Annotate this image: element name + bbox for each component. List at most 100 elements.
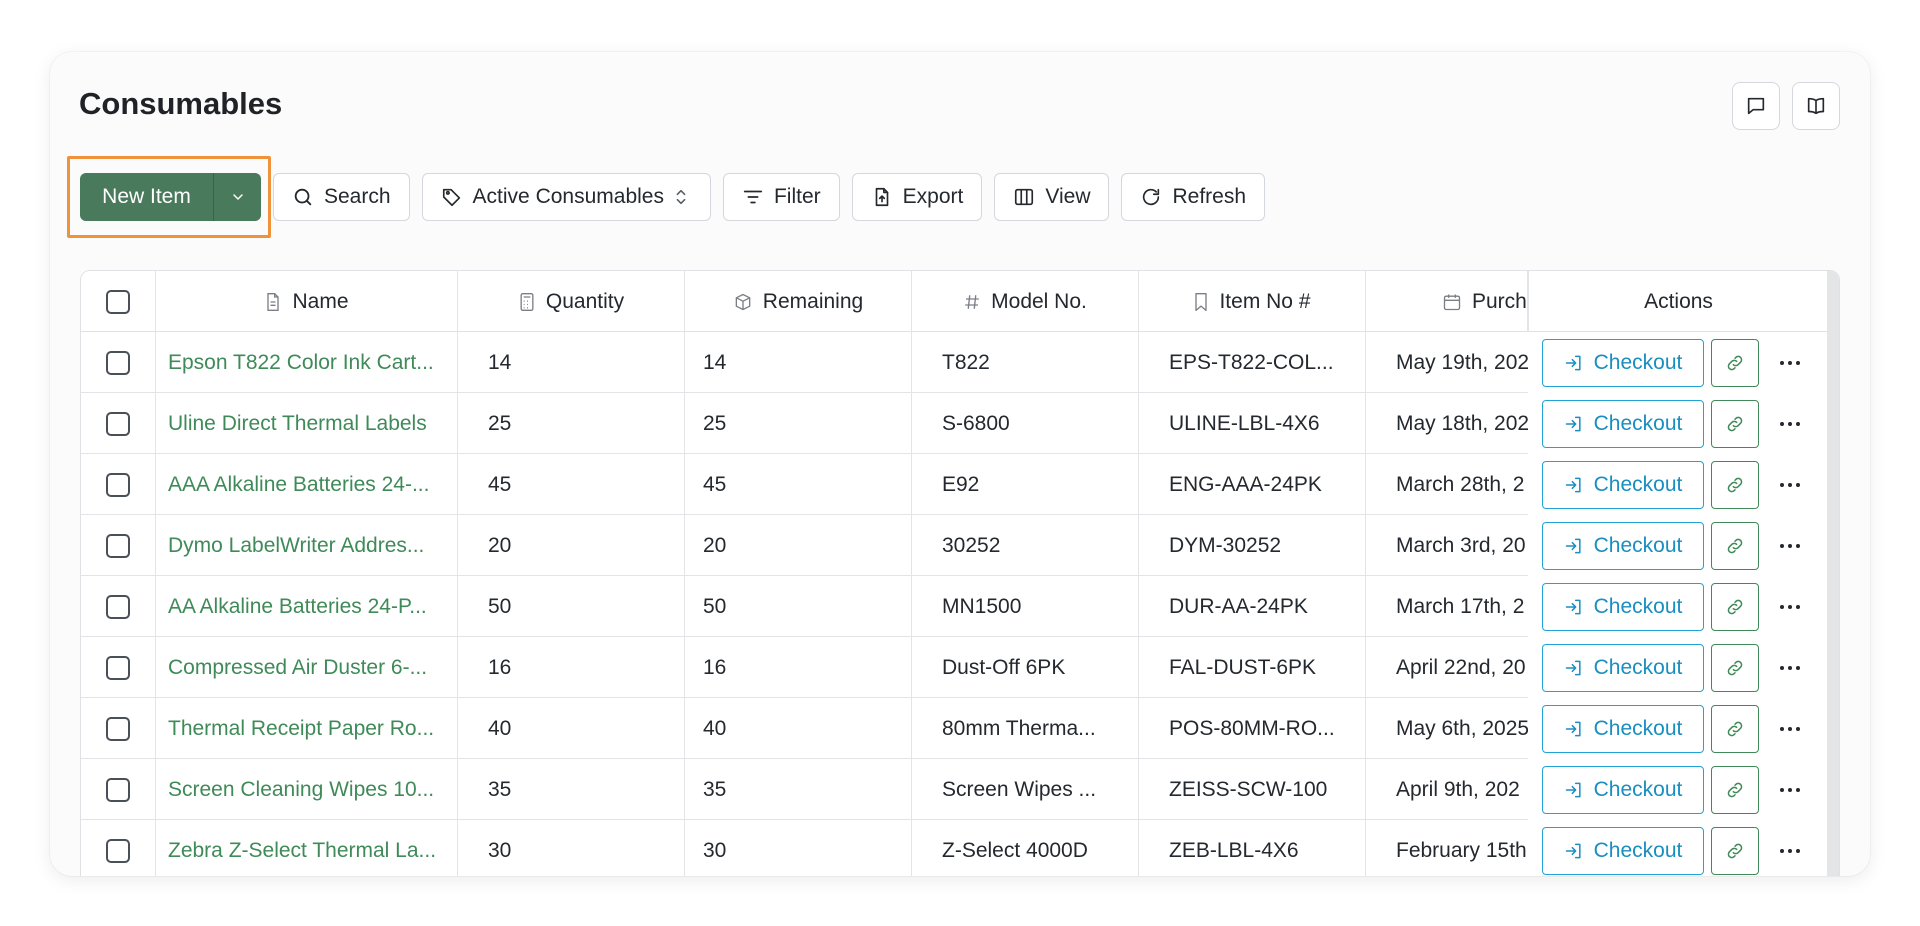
table-row[interactable]: Zebra Z-Select Thermal La... 30 30 Z-Sel… xyxy=(81,820,1839,876)
book-icon xyxy=(1807,97,1825,115)
select-all-checkbox[interactable] xyxy=(106,289,130,314)
column-header-purchase[interactable]: Purch xyxy=(1366,271,1528,332)
more-actions-button[interactable] xyxy=(1766,400,1814,448)
remaining-cell: 45 xyxy=(685,454,912,515)
row-actions: Checkout xyxy=(1528,454,1828,515)
row-checkbox[interactable] xyxy=(106,411,130,436)
checkout-button[interactable]: Checkout xyxy=(1542,582,1704,631)
item-name-link[interactable]: Screen Cleaning Wipes 10... xyxy=(156,759,458,820)
more-actions-button[interactable] xyxy=(1766,644,1814,692)
checkout-button[interactable]: Checkout xyxy=(1542,765,1704,814)
refresh-button[interactable]: Refresh xyxy=(1121,173,1266,221)
export-icon xyxy=(875,187,888,207)
table-row[interactable]: Screen Cleaning Wipes 10... 35 35 Screen… xyxy=(81,759,1839,820)
copy-link-button[interactable] xyxy=(1711,338,1759,387)
item-name-link[interactable]: Dymo LabelWriter Addres... xyxy=(156,515,458,576)
more-actions-button[interactable] xyxy=(1766,766,1814,814)
item-name-link[interactable]: AA Alkaline Batteries 24-P... xyxy=(156,576,458,637)
copy-link-button[interactable] xyxy=(1711,460,1759,509)
table-row[interactable]: Epson T822 Color Ink Cart... 14 14 T822 … xyxy=(81,332,1839,393)
top-actions xyxy=(1732,82,1840,130)
row-actions: Checkout xyxy=(1528,759,1828,820)
new-item-button[interactable]: New Item xyxy=(80,173,213,221)
search-button[interactable]: Search xyxy=(273,173,410,221)
copy-link-button[interactable] xyxy=(1711,765,1759,814)
row-checkbox[interactable] xyxy=(106,655,130,680)
checkout-button[interactable]: Checkout xyxy=(1542,643,1704,692)
row-select-cell xyxy=(81,698,156,759)
copy-link-button[interactable] xyxy=(1711,399,1759,448)
row-checkbox[interactable] xyxy=(106,533,130,558)
column-header-model-no[interactable]: Model No. xyxy=(912,271,1139,332)
vertical-scrollbar[interactable] xyxy=(1827,271,1839,876)
toolbar: New Item Search Active Consumables Filte… xyxy=(67,156,1266,238)
table-row[interactable]: Uline Direct Thermal Labels 25 25 S-6800… xyxy=(81,393,1839,454)
filter-button[interactable]: Filter xyxy=(722,173,840,221)
copy-link-button[interactable] xyxy=(1711,826,1759,875)
purchase-date-cell: April 9th, 202 xyxy=(1396,777,1520,801)
view-button[interactable]: View xyxy=(994,173,1110,221)
copy-link-button[interactable] xyxy=(1711,704,1759,753)
checkout-button[interactable]: Checkout xyxy=(1542,826,1704,875)
more-horizontal-icon xyxy=(1780,848,1800,853)
item-name-link[interactable]: Thermal Receipt Paper Ro... xyxy=(156,698,458,759)
copy-link-button[interactable] xyxy=(1711,643,1759,692)
more-actions-button[interactable] xyxy=(1766,827,1814,875)
more-actions-button[interactable] xyxy=(1766,461,1814,509)
quantity-cell: 30 xyxy=(458,820,685,876)
column-header-name[interactable]: Name xyxy=(156,271,458,332)
item-no-cell: ENG-AAA-24PK xyxy=(1139,454,1366,515)
export-button[interactable]: Export xyxy=(851,173,983,221)
more-actions-button[interactable] xyxy=(1766,705,1814,753)
table-row[interactable]: Thermal Receipt Paper Ro... 40 40 80mm T… xyxy=(81,698,1839,759)
column-header-quantity[interactable]: Quantity xyxy=(458,271,685,332)
model-no-cell: S-6800 xyxy=(912,393,1139,454)
column-header-item-no[interactable]: Item No # xyxy=(1139,271,1366,332)
row-actions: Checkout xyxy=(1528,698,1828,759)
row-select-cell xyxy=(81,576,156,637)
item-name-link[interactable]: Compressed Air Duster 6-... xyxy=(156,637,458,698)
model-no-cell: MN1500 xyxy=(912,576,1139,637)
table-row[interactable]: AA Alkaline Batteries 24-P... 50 50 MN15… xyxy=(81,576,1839,637)
table-row[interactable]: Dymo LabelWriter Addres... 20 20 30252 D… xyxy=(81,515,1839,576)
columns-icon xyxy=(1015,188,1034,206)
more-actions-button[interactable] xyxy=(1766,583,1814,631)
more-horizontal-icon xyxy=(1780,421,1800,426)
copy-link-button[interactable] xyxy=(1711,521,1759,570)
more-actions-button[interactable] xyxy=(1766,522,1814,570)
checkout-button[interactable]: Checkout xyxy=(1542,704,1704,753)
row-checkbox[interactable] xyxy=(106,472,130,497)
remaining-cell: 20 xyxy=(685,515,912,576)
item-name-link[interactable]: Epson T822 Color Ink Cart... xyxy=(156,332,458,393)
table-row[interactable]: Compressed Air Duster 6-... 16 16 Dust-O… xyxy=(81,637,1839,698)
refresh-icon xyxy=(1143,188,1160,206)
column-label-name: Name xyxy=(292,289,349,313)
item-name-link[interactable]: Uline Direct Thermal Labels xyxy=(156,393,458,454)
checkout-button[interactable]: Checkout xyxy=(1542,399,1704,448)
new-item-dropdown-button[interactable] xyxy=(213,173,261,221)
docs-button[interactable] xyxy=(1792,82,1840,130)
item-name-link[interactable]: Zebra Z-Select Thermal La... xyxy=(156,820,458,876)
purchase-date-cell: March 3rd, 20 xyxy=(1396,533,1526,557)
remaining-cell: 35 xyxy=(685,759,912,820)
sign-in-icon xyxy=(1565,843,1581,858)
link-icon xyxy=(1727,782,1743,797)
checkout-button[interactable]: Checkout xyxy=(1542,460,1704,509)
comment-button[interactable] xyxy=(1732,82,1780,130)
checkout-label: Checkout xyxy=(1593,777,1683,801)
table-row[interactable]: AAA Alkaline Batteries 24-... 45 45 E92 … xyxy=(81,454,1839,515)
checkout-label: Checkout xyxy=(1593,350,1683,374)
row-checkbox[interactable] xyxy=(106,594,130,619)
row-checkbox[interactable] xyxy=(106,716,130,741)
active-consumables-select[interactable]: Active Consumables xyxy=(421,173,711,221)
checkout-label: Checkout xyxy=(1593,838,1683,862)
item-name-link[interactable]: AAA Alkaline Batteries 24-... xyxy=(156,454,458,515)
copy-link-button[interactable] xyxy=(1711,582,1759,631)
row-checkbox[interactable] xyxy=(106,777,130,802)
more-actions-button[interactable] xyxy=(1766,339,1814,387)
row-checkbox[interactable] xyxy=(106,838,130,863)
checkout-button[interactable]: Checkout xyxy=(1542,521,1704,570)
row-checkbox[interactable] xyxy=(106,350,130,375)
column-header-remaining[interactable]: Remaining xyxy=(685,271,912,332)
checkout-button[interactable]: Checkout xyxy=(1542,338,1704,387)
